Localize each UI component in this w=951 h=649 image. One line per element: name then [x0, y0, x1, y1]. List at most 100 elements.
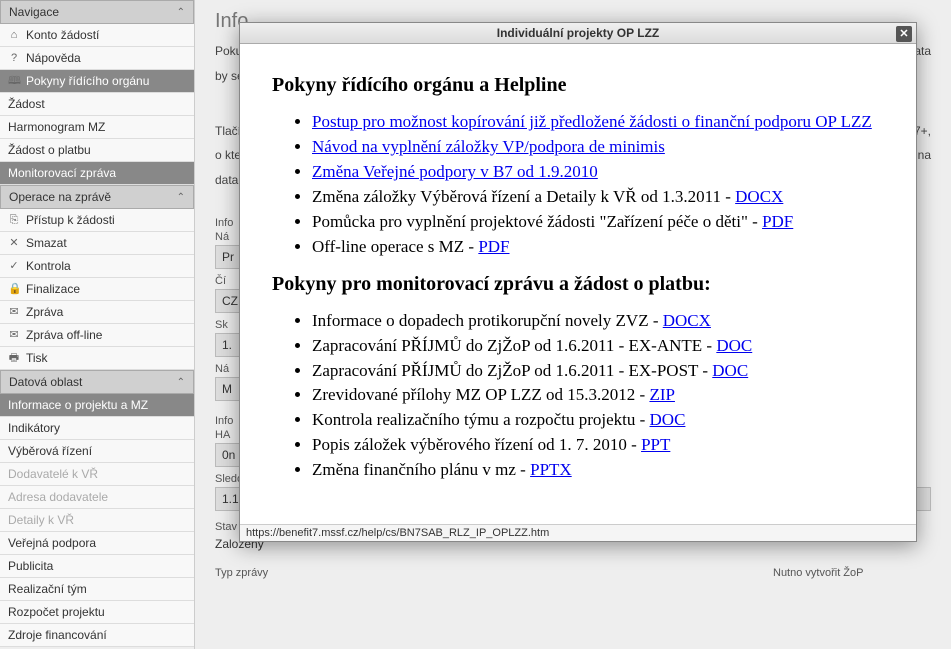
modal-link[interactable]: PPTX — [530, 460, 572, 479]
sidebar-item-label: Žádost o platbu — [8, 143, 91, 157]
help-modal: Individuální projekty OP LZZ ✕ Pokyny ří… — [239, 22, 917, 542]
close-icon[interactable]: ✕ — [896, 26, 912, 42]
sidebar-section-navigace[interactable]: Navigace ⌃ — [0, 0, 194, 24]
op-offline-icon: ✉ — [8, 329, 20, 341]
modal-link[interactable]: Postup pro možnost kopírování již předlo… — [312, 112, 872, 131]
da-podpora[interactable]: Veřejná podpora — [0, 532, 194, 555]
nav-help-icon: ? — [8, 52, 20, 64]
nav-pokyny[interactable]: 🕮 Pokyny řídícího orgánu — [0, 70, 194, 93]
sidebar-item-label: Výběrová řízení — [8, 444, 92, 458]
da-vr[interactable]: Výběrová řízení — [0, 440, 194, 463]
modal-link[interactable]: DOC — [712, 361, 748, 380]
modal-link[interactable]: Změna Veřejné podpory v B7 od 1.9.2010 — [312, 162, 598, 181]
modal-link[interactable]: DOCX — [663, 311, 711, 330]
sidebar-section-ops[interactable]: Operace na zprávě ⌃ — [0, 185, 194, 209]
sidebar-item-label: Nápověda — [26, 51, 81, 65]
da-detaily[interactable]: Detaily k VŘ — [0, 509, 194, 532]
modal-titlebar[interactable]: Individuální projekty OP LZZ ✕ — [240, 23, 916, 44]
section-title: Datová oblast — [9, 375, 82, 389]
chevron-up-icon: ⌃ — [177, 7, 185, 18]
modal-list-item: Off-line operace s MZ - PDF — [312, 236, 884, 259]
op-tisk-icon: 🖶 — [8, 352, 20, 364]
sidebar-item-label: Smazat — [26, 236, 67, 250]
modal-list-item: Zapracování PŘÍJMŮ do ZjŽoP od 1.6.2011 … — [312, 360, 884, 383]
op-kontrola-icon: ✓ — [8, 260, 20, 272]
modal-list-item: Kontrola realizačního týmu a rozpočtu pr… — [312, 409, 884, 432]
op-kontrola[interactable]: ✓ Kontrola — [0, 255, 194, 278]
modal-link[interactable]: PPT — [641, 435, 670, 454]
sidebar: Navigace ⌃ ⌂Konto žádostí? Nápověda 🕮 Pokyn… — [0, 0, 195, 649]
sidebar-item-label: Detaily k VŘ — [8, 513, 74, 527]
chevron-up-icon: ⌃ — [177, 192, 185, 203]
modal-link[interactable]: PDF — [478, 237, 509, 256]
op-zprava[interactable]: ✉ Zpráva — [0, 301, 194, 324]
modal-list-1: Postup pro možnost kopírování již předlo… — [312, 111, 884, 259]
sidebar-item-label: Zpráva off-line — [26, 328, 102, 342]
modal-heading-1: Pokyny řídícího orgánu a Helpline — [272, 74, 884, 97]
nav-harmonogram[interactable]: Harmonogram MZ — [0, 116, 194, 139]
modal-link[interactable]: DOC — [650, 410, 686, 429]
modal-list-item: Pomůcka pro vyplnění projektové žádosti … — [312, 211, 884, 234]
da-rozpocet[interactable]: Rozpočet projektu — [0, 601, 194, 624]
modal-list-item: Změna záložky Výběrová řízení a Detaily … — [312, 186, 884, 209]
nav-zop[interactable]: Žádost o platbu — [0, 139, 194, 162]
op-smazat-icon: ✕ — [8, 237, 20, 249]
sidebar-item-label: Finalizace — [26, 282, 80, 296]
nav-konto[interactable]: ⌂Konto žádostí — [0, 24, 194, 47]
da-publicita[interactable]: Publicita — [0, 555, 194, 578]
modal-link[interactable]: Návod na vyplnění záložky VP/podpora de … — [312, 137, 665, 156]
sidebar-item-label: Pokyny řídícího orgánu — [26, 74, 149, 88]
chevron-up-icon: ⌃ — [177, 377, 185, 388]
modal-heading-2: Pokyny pro monitorovací zprávu a žádost … — [272, 273, 884, 296]
op-tisk[interactable]: 🖶 Tisk — [0, 347, 194, 370]
op-smazat[interactable]: ✕ Smazat — [0, 232, 194, 255]
op-finalizace-icon: 🔒 — [8, 283, 20, 295]
sidebar-item-label: Veřejná podpora — [8, 536, 96, 550]
sidebar-item-label: Adresa dodavatele — [8, 490, 108, 504]
nav-help[interactable]: ? Nápověda — [0, 47, 194, 70]
sidebar-item-label: Zdroje financování — [8, 628, 107, 642]
da-indikatory[interactable]: Indikátory — [0, 417, 194, 440]
sidebar-item-label: Indikátory — [8, 421, 60, 435]
da-adresa[interactable]: Adresa dodavatele — [0, 486, 194, 509]
typ-label: Typ zprávy — [215, 567, 553, 579]
modal-link[interactable]: ZIP — [649, 385, 675, 404]
sidebar-item-label: Žádost — [8, 97, 45, 111]
da-info[interactable]: Informace o projektu a MZ — [0, 394, 194, 417]
op-finalizace[interactable]: 🔒 Finalizace — [0, 278, 194, 301]
modal-link[interactable]: DOCX — [735, 187, 783, 206]
sidebar-item-label: Přístup k žádosti — [26, 213, 115, 227]
sidebar-item-label: Kontrola — [26, 259, 71, 273]
sidebar-item-label: Rozpočet projektu — [8, 605, 105, 619]
modal-list-item: Zrevidované přílohy MZ OP LZZ od 15.3.20… — [312, 384, 884, 407]
sidebar-item-label: Dodavatelé k VŘ — [8, 467, 98, 481]
op-pristup-icon: ⎘ — [8, 214, 20, 226]
modal-list-item: Změna Veřejné podpory v B7 od 1.9.2010 — [312, 161, 884, 184]
nav-mz[interactable]: Monitorovací zpráva — [0, 162, 194, 185]
op-pristup[interactable]: ⎘ Přístup k žádosti — [0, 209, 194, 232]
modal-list-item: Návod na vyplnění záložky VP/podpora de … — [312, 136, 884, 159]
modal-list-item: Zapracování PŘÍJMŮ do ZjŽoP od 1.6.2011 … — [312, 335, 884, 358]
da-zdroje[interactable]: Zdroje financování — [0, 624, 194, 647]
modal-list-item: Změna finančního plánu v mz - PPTX — [312, 459, 884, 482]
da-dodavatele[interactable]: Dodavatelé k VŘ — [0, 463, 194, 486]
nav-pokyny-icon: 🕮 — [8, 75, 20, 87]
da-tym[interactable]: Realizační tým — [0, 578, 194, 601]
sidebar-item-label: Konto žádostí — [26, 28, 99, 42]
modal-link[interactable]: DOC — [716, 336, 752, 355]
op-offline[interactable]: ✉ Zpráva off-line — [0, 324, 194, 347]
op-zprava-icon: ✉ — [8, 306, 20, 318]
modal-body[interactable]: Pokyny řídícího orgánu a Helpline Postup… — [240, 44, 916, 524]
modal-list-2: Informace o dopadech protikorupční novel… — [312, 310, 884, 483]
sidebar-item-label: Publicita — [8, 559, 53, 573]
modal-status-url: https://benefit7.mssf.cz/help/cs/BN7SAB_… — [240, 524, 916, 541]
section-title: Navigace — [9, 5, 59, 19]
nav-zadost[interactable]: Žádost — [0, 93, 194, 116]
modal-link[interactable]: PDF — [762, 212, 793, 231]
sidebar-item-label: Realizační tým — [8, 582, 87, 596]
sidebar-section-data[interactable]: Datová oblast ⌃ — [0, 370, 194, 394]
section-title: Operace na zprávě — [9, 190, 111, 204]
sidebar-item-label: Zpráva — [26, 305, 63, 319]
modal-list-item: Popis záložek výběrového řízení od 1. 7.… — [312, 434, 884, 457]
sidebar-item-label: Tisk — [26, 351, 48, 365]
